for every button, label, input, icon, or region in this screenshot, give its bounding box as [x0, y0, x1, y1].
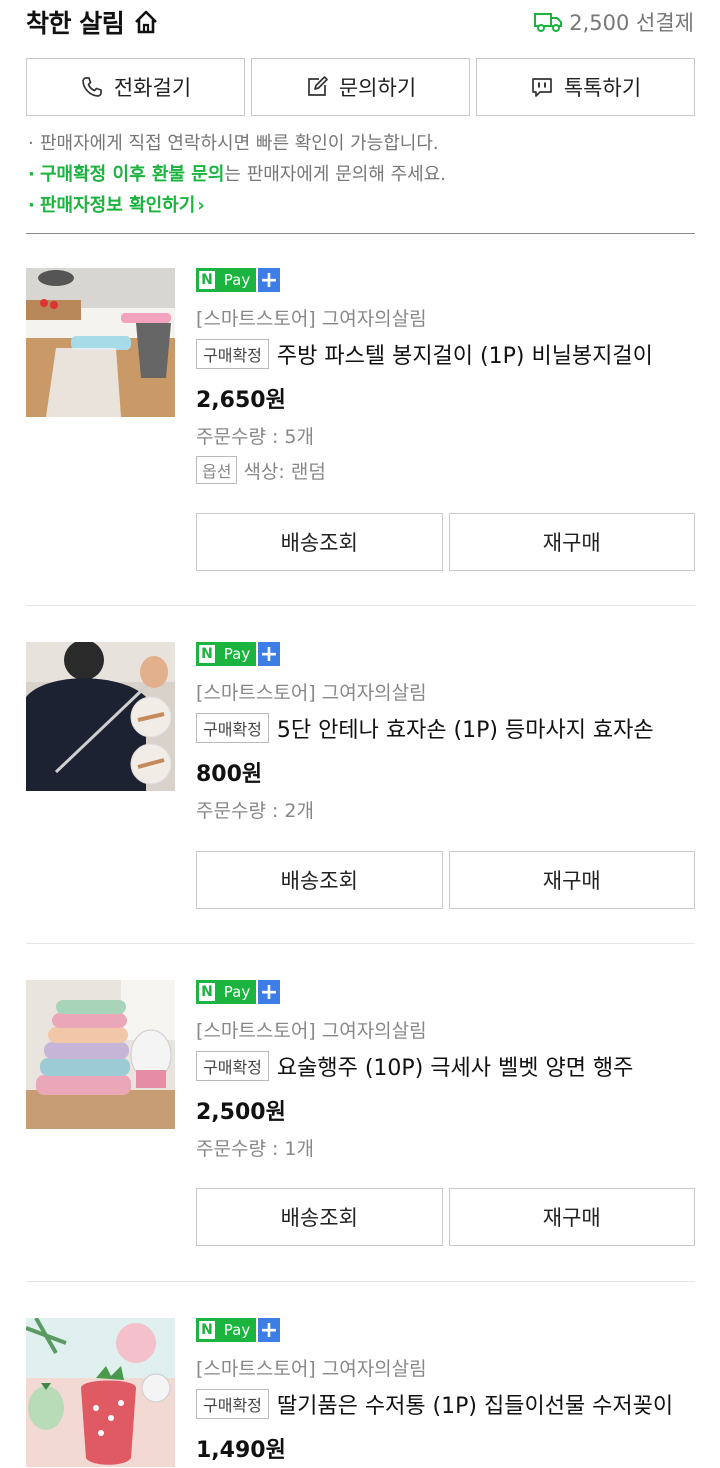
note-text: 는 판매자에게 문의해 주세요.	[224, 164, 447, 185]
seller-name[interactable]: [스마트스토어] 그여자의살림	[196, 678, 695, 704]
npay-plus-badge: N Pay +	[196, 1318, 280, 1344]
note-bullet: ·	[28, 195, 35, 216]
product-price: 2,500원	[196, 1100, 286, 1125]
contact-buttons: 전화걸기 문의하기 톡톡하기	[26, 58, 695, 116]
header-divider	[26, 233, 695, 234]
order-quantity: 주문수량 : 5개	[196, 426, 314, 448]
product-thumbnail[interactable]	[26, 980, 175, 1129]
item-actions: 배송조회 재구매	[196, 851, 695, 909]
product-price: 800원	[196, 762, 263, 787]
purchase-confirmed-badge: 구매확정	[196, 713, 269, 743]
note-text: 판매자에게 직접 연락하시면 빠른 확인이 가능합니다.	[40, 133, 439, 154]
chevron-right-icon: ›	[197, 195, 205, 216]
note-bullet: ·	[28, 164, 35, 185]
product-price: 2,650원	[196, 388, 286, 413]
chat-icon	[532, 78, 552, 97]
product-title-row[interactable]: 구매확정 주방 파스텔 봉지걸이 (1P) 비닐봉지걸이	[196, 338, 695, 370]
product-image	[26, 980, 175, 1129]
product-title[interactable]: 딸기품은 수저통 (1P) 집들이선물 수저꽂이	[277, 1388, 677, 1420]
item-info: N Pay + [스마트스토어] 그여자의살림 구매확정 딸기품은 수저통 (1…	[196, 1318, 695, 1463]
seller-notes: · 판매자에게 직접 연락하시면 빠른 확인이 가능합니다. · 구매확정 이후…	[28, 128, 696, 221]
product-thumbnail[interactable]	[26, 642, 175, 791]
plus-icon: +	[258, 979, 280, 1005]
product-thumbnail[interactable]	[26, 1318, 175, 1467]
npay-plus-badge: N Pay +	[196, 268, 280, 294]
rebuy-button[interactable]: 재구매	[448, 513, 695, 571]
rebuy-button[interactable]: 재구매	[448, 1188, 695, 1246]
call-button-label: 전화걸기	[113, 76, 192, 100]
store-name[interactable]: 착한 살림	[26, 4, 125, 40]
product-image	[26, 268, 175, 417]
note-bullet: ·	[28, 133, 34, 154]
talktalk-button[interactable]: 톡톡하기	[476, 58, 695, 116]
purchase-confirmed-badge: 구매확정	[196, 339, 269, 369]
item-divider	[26, 1281, 695, 1282]
plus-icon: +	[258, 267, 280, 293]
npay-n-logo: N	[196, 980, 218, 1004]
option-value: 색상: 랜덤	[243, 460, 326, 483]
call-button[interactable]: 전화걸기	[26, 58, 245, 116]
npay-n-logo: N	[196, 642, 218, 666]
product-price: 1,490원	[196, 1438, 286, 1463]
home-icon[interactable]	[132, 8, 160, 36]
inquiry-button-label: 문의하기	[338, 76, 417, 100]
inquiry-button[interactable]: 문의하기	[251, 58, 470, 116]
npay-n-logo: N	[196, 1318, 218, 1342]
talktalk-button-label: 톡톡하기	[563, 76, 642, 100]
phone-icon	[82, 77, 102, 97]
npay-pay-label: Pay	[218, 980, 256, 1004]
option-badge: 옵션	[196, 456, 238, 484]
seller-info-link-label[interactable]: 판매자정보 확인하기	[40, 190, 195, 221]
purchase-confirmed-badge: 구매확정	[196, 1389, 269, 1419]
product-title-row[interactable]: 구매확정 5단 안테나 효자손 (1P) 등마사지 효자손	[196, 712, 695, 744]
product-title[interactable]: 5단 안테나 효자손 (1P) 등마사지 효자손	[277, 712, 677, 744]
seller-name[interactable]: [스마트스토어] 그여자의살림	[196, 1354, 695, 1380]
product-title[interactable]: 요술행주 (10P) 극세사 벨벳 양면 행주	[277, 1050, 677, 1082]
track-delivery-button[interactable]: 배송조회	[196, 513, 443, 571]
store-name-link[interactable]: 착한 살림	[26, 4, 160, 40]
item-divider	[26, 943, 695, 944]
product-title-row[interactable]: 구매확정 딸기품은 수저통 (1P) 집들이선물 수저꽂이	[196, 1388, 695, 1420]
item-divider	[26, 605, 695, 606]
plus-icon: +	[258, 641, 280, 667]
track-delivery-button[interactable]: 배송조회	[196, 1188, 443, 1246]
order-quantity: 주문수량 : 2개	[196, 800, 314, 822]
track-delivery-button[interactable]: 배송조회	[196, 851, 443, 909]
note-line: · 구매확정 이후 환불 문의는 판매자에게 문의해 주세요.	[28, 159, 696, 190]
npay-pay-label: Pay	[218, 642, 256, 666]
seller-info-link[interactable]: · 판매자정보 확인하기 ›	[28, 190, 696, 221]
order-quantity: 주문수량 : 1개	[196, 1138, 314, 1160]
npay-plus-badge: N Pay +	[196, 642, 280, 668]
npay-pay-label: Pay	[218, 268, 256, 292]
store-header: 착한 살림 2,500 선결제	[26, 0, 694, 44]
product-title[interactable]: 주방 파스텔 봉지걸이 (1P) 비닐봉지걸이	[277, 338, 677, 370]
npay-pay-label: Pay	[218, 1318, 256, 1342]
truck-icon	[534, 13, 563, 32]
item-actions: 배송조회 재구매	[196, 1188, 695, 1246]
rebuy-button[interactable]: 재구매	[448, 851, 695, 909]
edit-icon	[308, 76, 328, 96]
seller-name[interactable]: [스마트스토어] 그여자의살림	[196, 304, 695, 330]
note-highlight: 구매확정 이후 환불 문의	[40, 164, 225, 185]
npay-plus-badge: N Pay +	[196, 980, 280, 1006]
product-thumbnail[interactable]	[26, 268, 175, 417]
purchase-confirmed-badge: 구매확정	[196, 1051, 269, 1081]
product-image	[26, 642, 175, 791]
product-image	[26, 1318, 175, 1467]
shipping-text: 2,500 선결제	[569, 11, 694, 35]
npay-n-logo: N	[196, 268, 218, 292]
plus-icon: +	[258, 1317, 280, 1343]
item-info: N Pay + [스마트스토어] 그여자의살림 구매확정 주방 파스텔 봉지걸이…	[196, 268, 695, 484]
item-info: N Pay + [스마트스토어] 그여자의살림 구매확정 5단 안테나 효자손 …	[196, 642, 695, 822]
item-actions: 배송조회 재구매	[196, 513, 695, 571]
option-row: 옵션 색상: 랜덤	[196, 456, 695, 484]
seller-name[interactable]: [스마트스토어] 그여자의살림	[196, 1016, 695, 1042]
shipping-fee: 2,500 선결제	[533, 7, 694, 37]
product-title-row[interactable]: 구매확정 요술행주 (10P) 극세사 벨벳 양면 행주	[196, 1050, 695, 1082]
note-line: · 판매자에게 직접 연락하시면 빠른 확인이 가능합니다.	[28, 128, 696, 159]
item-info: N Pay + [스마트스토어] 그여자의살림 구매확정 요술행주 (10P) …	[196, 980, 695, 1160]
